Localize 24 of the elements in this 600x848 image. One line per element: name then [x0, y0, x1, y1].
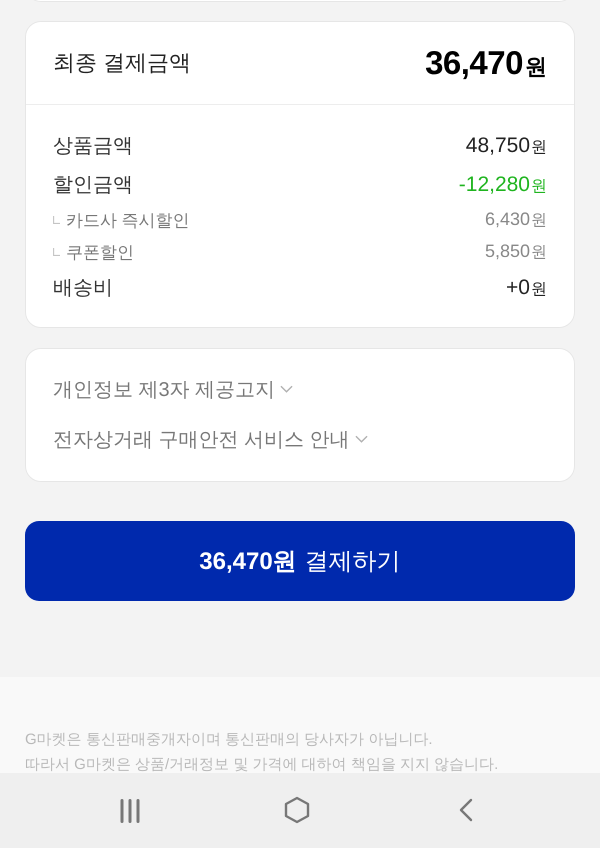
- breakdown-label: 카드사 즉시할인: [66, 210, 190, 232]
- chevron-down-icon: [354, 435, 368, 443]
- breakdown-label: 배송비: [53, 276, 113, 301]
- breakdown-amount: 5,850원: [484, 241, 547, 263]
- summary-title: 최종 결제금액: [53, 49, 192, 77]
- pay-button[interactable]: 36,470원 결제하기: [25, 521, 575, 601]
- breakdown-label: 쿠폰할인: [66, 242, 134, 264]
- back-icon[interactable]: [459, 798, 473, 822]
- notice-toggle[interactable]: 전자상거래 구매안전 서비스 안내: [53, 414, 368, 464]
- indent-corner-icon: [53, 248, 60, 256]
- breakdown-amount: 48,750원: [466, 134, 547, 158]
- breakdown-label: 할인금액: [53, 173, 133, 198]
- disclaimer-text: 따라서 G마켓은 상품/거래정보 및 가격에 대하여 책임을 지지 않습니다.: [25, 756, 500, 773]
- disclaimer-text: G마켓은 통신판매중개자이며 통신판매의 당사자가 아닙니다.: [25, 731, 434, 749]
- total-amount: 36,470원: [425, 44, 547, 82]
- indent-corner-icon: [53, 216, 60, 224]
- recent-apps-icon[interactable]: [119, 799, 141, 823]
- chevron-down-icon: [280, 385, 294, 393]
- breakdown-amount: 6,430원: [484, 209, 547, 231]
- notice-toggle[interactable]: 개인정보 제3자 제공고지: [53, 364, 294, 414]
- breakdown-amount: -12,280원: [458, 172, 547, 196]
- home-icon[interactable]: [284, 796, 310, 824]
- breakdown-label: 상품금액: [53, 134, 133, 159]
- breakdown-amount: +0원: [506, 276, 547, 300]
